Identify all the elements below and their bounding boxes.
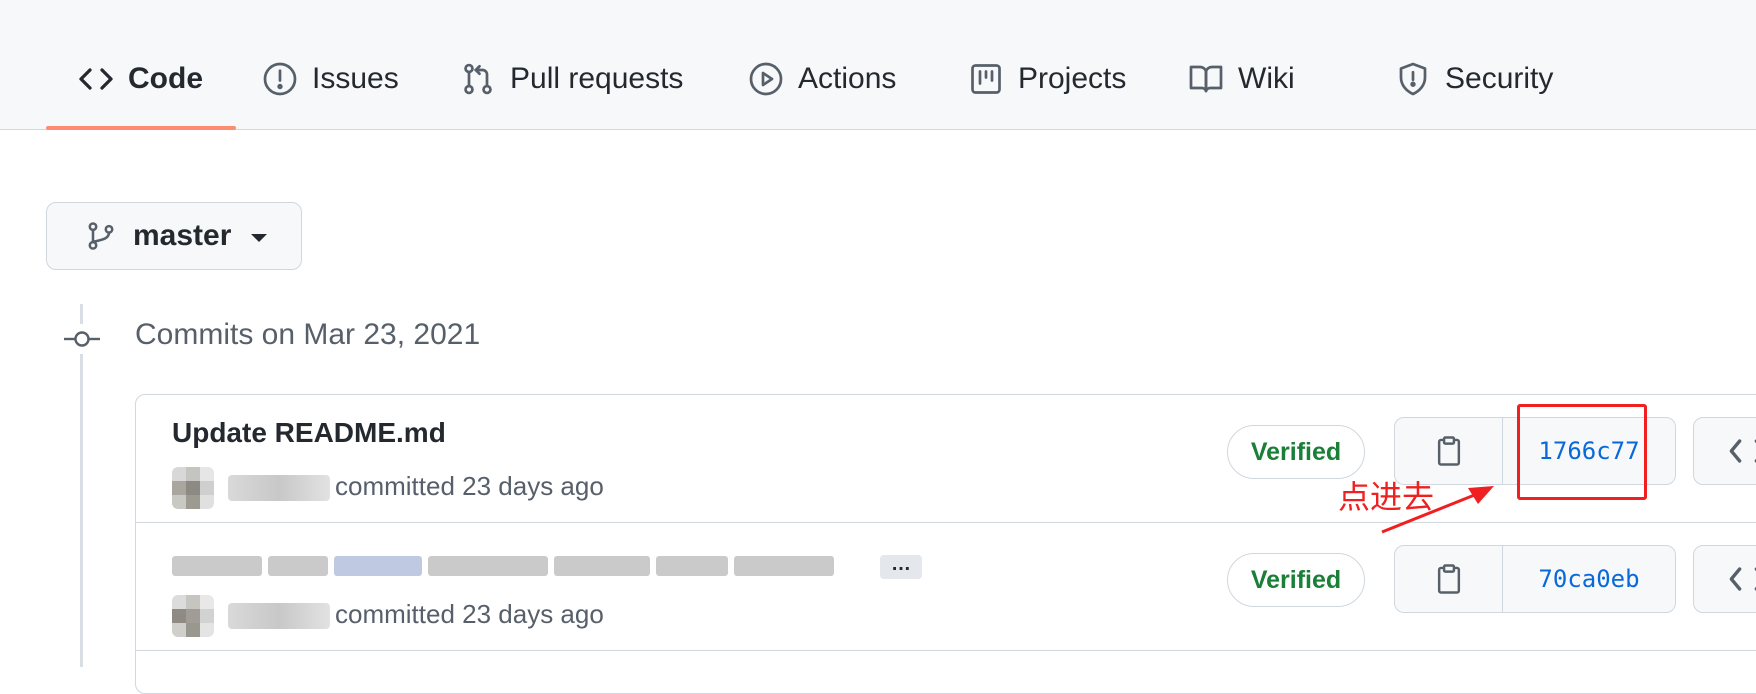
tab-wiki[interactable]: Wiki xyxy=(1188,52,1295,106)
issue-opened-icon xyxy=(262,61,298,97)
code-icon xyxy=(78,61,114,97)
expand-message-button[interactable]: … xyxy=(880,554,922,579)
commit-sha-link[interactable]: 70ca0eb xyxy=(1503,546,1675,612)
commit-list: Update README.md committed 23 days ago V… xyxy=(135,394,1756,694)
selected-tab-underline xyxy=(46,126,236,130)
copy-sha-button[interactable] xyxy=(1395,546,1503,612)
commit-sha-group: 70ca0eb xyxy=(1394,545,1676,613)
tab-actions[interactable]: Actions xyxy=(748,52,896,106)
verified-badge[interactable]: Verified xyxy=(1227,425,1365,479)
book-icon xyxy=(1188,61,1224,97)
tab-label: Wiki xyxy=(1238,62,1295,95)
code-icon xyxy=(1728,436,1756,466)
annotation-arrow-icon xyxy=(1381,486,1494,534)
commits-date-heading: Commits on Mar 23, 2021 xyxy=(135,318,481,351)
timeline-line xyxy=(80,304,83,667)
clipboard-icon xyxy=(1434,563,1464,595)
commit-sha-link[interactable]: 1766c77 xyxy=(1503,418,1675,484)
verified-badge[interactable]: Verified xyxy=(1227,553,1365,607)
commit-row: Update README.md committed 23 days ago V… xyxy=(136,395,1756,523)
git-branch-icon xyxy=(85,220,117,252)
tab-projects[interactable]: Projects xyxy=(968,52,1126,106)
git-commit-icon xyxy=(64,324,100,354)
commit-sha-group: 1766c77 xyxy=(1394,417,1676,485)
commit-meta: committed 23 days ago xyxy=(335,471,604,501)
browse-repo-button[interactable] xyxy=(1693,545,1756,613)
tab-security[interactable]: Security xyxy=(1395,52,1553,106)
caret-down-icon xyxy=(251,234,268,242)
repo-nav: Code Issues Pull requests Actions Projec… xyxy=(0,0,1756,130)
branch-name: master xyxy=(133,219,232,252)
commit-meta: committed 23 days ago xyxy=(335,599,604,629)
commit-title-obscured[interactable] xyxy=(172,549,860,583)
tab-label: Pull requests xyxy=(510,62,684,95)
tab-pull-requests[interactable]: Pull requests xyxy=(460,52,683,106)
commit-row: … committed 23 days ago Verified 70ca0eb xyxy=(136,523,1756,651)
code-icon xyxy=(1728,564,1756,594)
git-pull-request-icon xyxy=(460,61,496,97)
play-icon xyxy=(748,61,784,97)
avatar[interactable] xyxy=(172,595,214,637)
tab-label: Code xyxy=(128,62,203,95)
shield-icon xyxy=(1395,61,1431,97)
tab-label: Actions xyxy=(798,62,897,95)
clipboard-icon xyxy=(1434,435,1464,467)
project-icon xyxy=(968,61,1004,97)
tab-label: Projects xyxy=(1018,62,1127,95)
browse-repo-button[interactable] xyxy=(1693,417,1756,485)
tab-label: Security xyxy=(1445,62,1554,95)
author-name-obscured[interactable] xyxy=(228,475,330,501)
avatar[interactable] xyxy=(172,467,214,509)
branch-select-button[interactable]: master xyxy=(46,202,302,270)
commit-title-link[interactable]: Update README.md xyxy=(172,417,446,449)
author-name-obscured[interactable] xyxy=(228,603,330,629)
tab-label: Issues xyxy=(312,62,399,95)
tab-code[interactable]: Code xyxy=(78,52,203,106)
tab-issues[interactable]: Issues xyxy=(262,52,399,106)
